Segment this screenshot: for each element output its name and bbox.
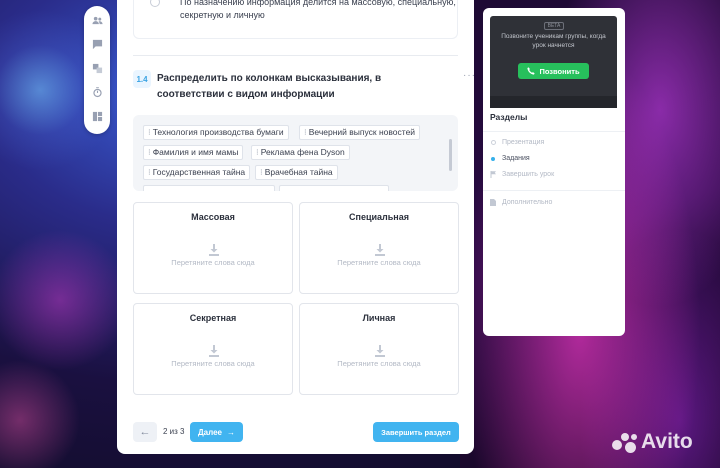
drop-zone-special[interactable]: Специальная Перетяните слова сюда [299,202,459,294]
section-label: Завершить урок [502,171,555,178]
finish-section-button[interactable]: Завершить раздел [373,422,459,442]
drag-handle-icon: ⁝ [304,127,307,137]
question-title: Распределить по колонкам высказывания, в… [157,73,382,100]
drop-hint: Перетяните слова сюда [171,359,255,368]
option-radio[interactable] [150,0,160,7]
flag-icon [490,171,496,178]
lesson-sidebar: BETA Позвоните ученикам группы, когда ур… [483,8,625,336]
phone-icon [527,67,536,75]
column-title: Личная [362,313,396,323]
status-ring-icon [490,140,496,145]
divider [133,55,458,56]
call-button[interactable]: Позвонить [518,63,589,79]
section-item-presentation[interactable]: Презентация [490,139,544,146]
next-button[interactable]: Далее → [190,422,243,442]
download-icon [209,344,219,357]
section-label: Презентация [502,139,545,146]
avito-watermark: Avito [612,430,693,454]
question-number: 1.4 [133,70,151,88]
sections-title: Разделы [490,112,528,122]
extra-item[interactable]: Дополнительно [490,199,552,206]
option-text: По назначению информация делится на масс… [180,0,456,20]
section-label: Задания [502,155,530,162]
users-icon[interactable] [87,10,107,30]
lesson-panel: По назначению информация делится на масс… [117,0,476,454]
divider [483,131,625,132]
divider [483,190,625,191]
drag-handle-icon: ⁝ [148,167,151,177]
word-bank: ⁝ Технология производства бумаги ⁝ Вечерни… [133,115,458,191]
video-controls-strip [490,96,617,108]
drag-handle-icon: ⁝ [256,147,259,157]
scrollbar[interactable] [449,139,452,171]
drop-zone-secret[interactable]: Секретная Перетяните слова сюда [133,303,293,395]
avito-wordmark: Avito [641,430,693,453]
drop-hint: Перетяните слова сюда [337,359,421,368]
word-chip[interactable]: ⁝ Государственная тайна [143,165,251,180]
drop-hint: Перетяните слова сюда [171,258,255,267]
column-title: Секретная [189,313,237,323]
drag-handle-icon: ⁝ [148,127,151,137]
arrow-right-icon: → [227,427,236,437]
video-call-panel: BETA Позвоните ученикам группы, когда ур… [490,16,617,108]
drag-handle-icon: ⁝ [148,147,151,157]
section-item-tasks[interactable]: Задания [490,155,530,162]
section-item-finish[interactable]: Завершить урок [490,171,554,178]
download-icon [375,243,385,256]
tool-rail [84,6,110,134]
word-chip[interactable] [279,185,389,191]
download-icon [209,243,219,256]
column-title: Специальная [349,212,409,222]
drop-hint: Перетяните слова сюда [337,258,421,267]
layout-icon[interactable] [87,106,107,126]
navigation-bar: ← 2 из 3 Далее → Завершить раздел [133,422,459,444]
drop-zone-mass[interactable]: Массовая Перетяните слова сюда [133,202,293,294]
column-title: Массовая [191,212,235,222]
back-button[interactable]: ← [133,422,157,442]
word-chip[interactable]: ⁝ Вечерний выпуск новостей [299,125,421,140]
drop-zone-personal[interactable]: Личная Перетяните слова сюда [299,303,459,395]
avito-logo-icon [612,431,638,453]
previous-option[interactable]: По назначению информация делится на масс… [133,0,458,39]
chat-icon[interactable] [87,34,107,54]
word-chip[interactable]: ⁝ Реклама фена Dyson [251,145,350,160]
call-label: Позвонить [539,66,580,76]
drag-handle-icon: ⁝ [260,167,263,177]
call-prompt: Позвоните ученикам группы, когда урок на… [501,33,606,49]
page-counter: 2 из 3 [163,427,185,436]
next-label: Далее [197,427,223,437]
word-chip[interactable]: ⁝ Врачебная тайна [255,165,338,180]
word-chip[interactable]: ⁝ Фамилия и имя мамы [143,145,244,160]
more-options-icon[interactable]: ··· [463,70,476,81]
beta-badge: BETA [544,22,564,30]
translate-icon[interactable] [87,58,107,78]
word-chip[interactable]: ⁝ Технология производства бумаги [143,125,289,140]
timer-icon[interactable] [87,82,107,102]
active-dot-icon [490,156,496,161]
document-icon [490,199,496,206]
extra-label: Дополнительно [502,199,553,206]
word-chip[interactable] [143,185,275,191]
download-icon [375,344,385,357]
